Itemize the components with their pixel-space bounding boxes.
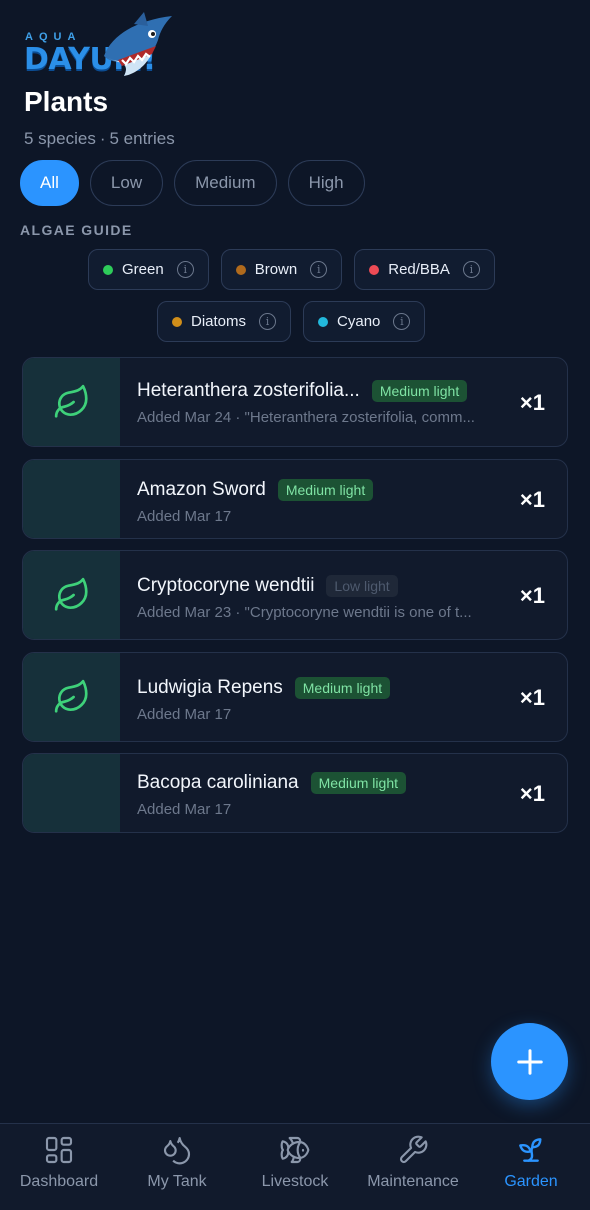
- leaf-icon: [54, 577, 88, 611]
- plant-card[interactable]: Heteranthera zosterifolia... Medium ligh…: [22, 357, 568, 447]
- leaf-icon: [54, 679, 88, 713]
- plant-name: Heteranthera zosterifolia...: [137, 380, 360, 401]
- subtitle-separator: ·: [99, 129, 106, 148]
- add-plant-button[interactable]: [491, 1023, 568, 1100]
- bottom-nav: Dashboard My Tank Livestock Maintenance …: [0, 1123, 590, 1210]
- algae-chip-red-bba[interactable]: Red/BBA i: [354, 249, 495, 290]
- nav-label: Maintenance: [367, 1173, 459, 1190]
- algae-chip-label: Diatoms: [191, 313, 247, 330]
- filter-medium[interactable]: Medium: [174, 160, 277, 206]
- plant-photo: [23, 460, 120, 538]
- plus-icon: [516, 1048, 543, 1075]
- sprout-icon: [519, 1138, 542, 1162]
- plant-meta: Added Mar 17: [137, 706, 232, 723]
- leaf-icon: [54, 384, 88, 418]
- light-filter-group: All Low Medium High: [20, 160, 365, 206]
- filter-all[interactable]: All: [20, 160, 79, 206]
- plant-thumbnail: [23, 653, 120, 741]
- color-dot: [235, 264, 246, 275]
- shark-icon: [104, 12, 172, 76]
- plant-card[interactable]: Amazon Sword Medium light Added Mar 17 ×…: [22, 459, 568, 539]
- plant-meta: Added Mar 23 · "Cryptocoryne wendtii is …: [137, 604, 472, 621]
- algae-chip-label: Cyano: [337, 313, 381, 330]
- algae-chip-green[interactable]: Green i: [88, 249, 209, 290]
- nav-label: Garden: [504, 1173, 558, 1190]
- info-icon: i: [259, 313, 277, 330]
- light-badge: Medium light: [310, 772, 406, 794]
- nav-label: Dashboard: [19, 1173, 99, 1190]
- plant-card[interactable]: Bacopa caroliniana Medium light Added Ma…: [22, 753, 568, 833]
- nav-maintenance[interactable]: Maintenance: [354, 1124, 472, 1210]
- plant-thumbnail: [23, 551, 120, 639]
- filter-low[interactable]: Low: [89, 160, 164, 206]
- nav-label: Livestock: [261, 1173, 329, 1190]
- info-icon: i: [393, 313, 411, 330]
- algae-chip-cyano[interactable]: Cyano i: [303, 301, 426, 342]
- page-subtitle: 5 species · 5 entries: [24, 129, 175, 149]
- color-dot: [172, 316, 182, 327]
- plant-quantity: ×1: [519, 390, 545, 415]
- algae-chip-brown[interactable]: Brown i: [220, 249, 343, 290]
- plant-card[interactable]: Cryptocoryne wendtii Low light Added Mar…: [22, 550, 568, 640]
- plant-name: Cryptocoryne wendtii: [137, 575, 315, 596]
- plant-quantity: ×1: [519, 685, 545, 710]
- nav-label: My Tank: [147, 1173, 207, 1190]
- entries-count: 5 entries: [109, 129, 175, 148]
- nav-garden[interactable]: Garden: [472, 1124, 590, 1210]
- plant-meta: Added Mar 17: [137, 508, 232, 525]
- light-badge: Low light: [326, 575, 398, 597]
- plant-thumbnail: [23, 358, 120, 446]
- plant-name: Bacopa caroliniana: [137, 772, 299, 793]
- nav-dashboard[interactable]: Dashboard: [0, 1124, 118, 1210]
- info-icon: i: [310, 261, 328, 278]
- color-dot: [103, 264, 113, 275]
- plant-name: Amazon Sword: [137, 479, 266, 500]
- plant-meta: Added Mar 17: [137, 801, 232, 818]
- plant-name: Ludwigia Repens: [137, 677, 283, 698]
- light-badge: Medium light: [371, 380, 468, 402]
- info-icon: i: [176, 261, 194, 278]
- plant-card[interactable]: Ludwigia Repens Medium light Added Mar 1…: [22, 652, 568, 742]
- page-title: Plants: [24, 86, 109, 117]
- algae-chip-diatoms[interactable]: Diatoms i: [157, 301, 292, 342]
- light-badge: Medium light: [277, 479, 374, 501]
- wrench-icon: [399, 1135, 428, 1164]
- filter-high[interactable]: High: [287, 160, 365, 206]
- algae-chip-label: Green: [122, 261, 164, 278]
- nav-my-tank[interactable]: My Tank: [118, 1124, 236, 1210]
- algae-guide-heading: ALGAE GUIDE: [20, 222, 133, 238]
- plant-quantity: ×1: [519, 781, 545, 806]
- info-icon: i: [462, 261, 480, 278]
- algae-guide-row: Green i Brown i Red/BBA i: [88, 249, 495, 290]
- water-drops-icon: [163, 1136, 191, 1165]
- plant-meta: Added Mar 24 · "Heteranthera zosterifoli…: [137, 409, 475, 426]
- color-dot: [318, 316, 329, 327]
- plant-quantity: ×1: [519, 583, 545, 608]
- fish-icon: [280, 1136, 310, 1164]
- algae-chip-label: Brown: [254, 261, 298, 278]
- app-logo: AQUA DAYUM!: [22, 12, 172, 90]
- dashboard-icon: [45, 1136, 73, 1164]
- species-count: 5 species: [24, 129, 96, 148]
- algae-chip-label: Red/BBA: [388, 261, 450, 278]
- color-dot: [369, 264, 380, 275]
- plant-quantity: ×1: [519, 487, 545, 512]
- nav-livestock[interactable]: Livestock: [236, 1124, 354, 1210]
- plant-photo: [23, 754, 120, 832]
- light-badge: Medium light: [294, 677, 391, 699]
- algae-guide-row: Diatoms i Cyano i: [157, 301, 426, 342]
